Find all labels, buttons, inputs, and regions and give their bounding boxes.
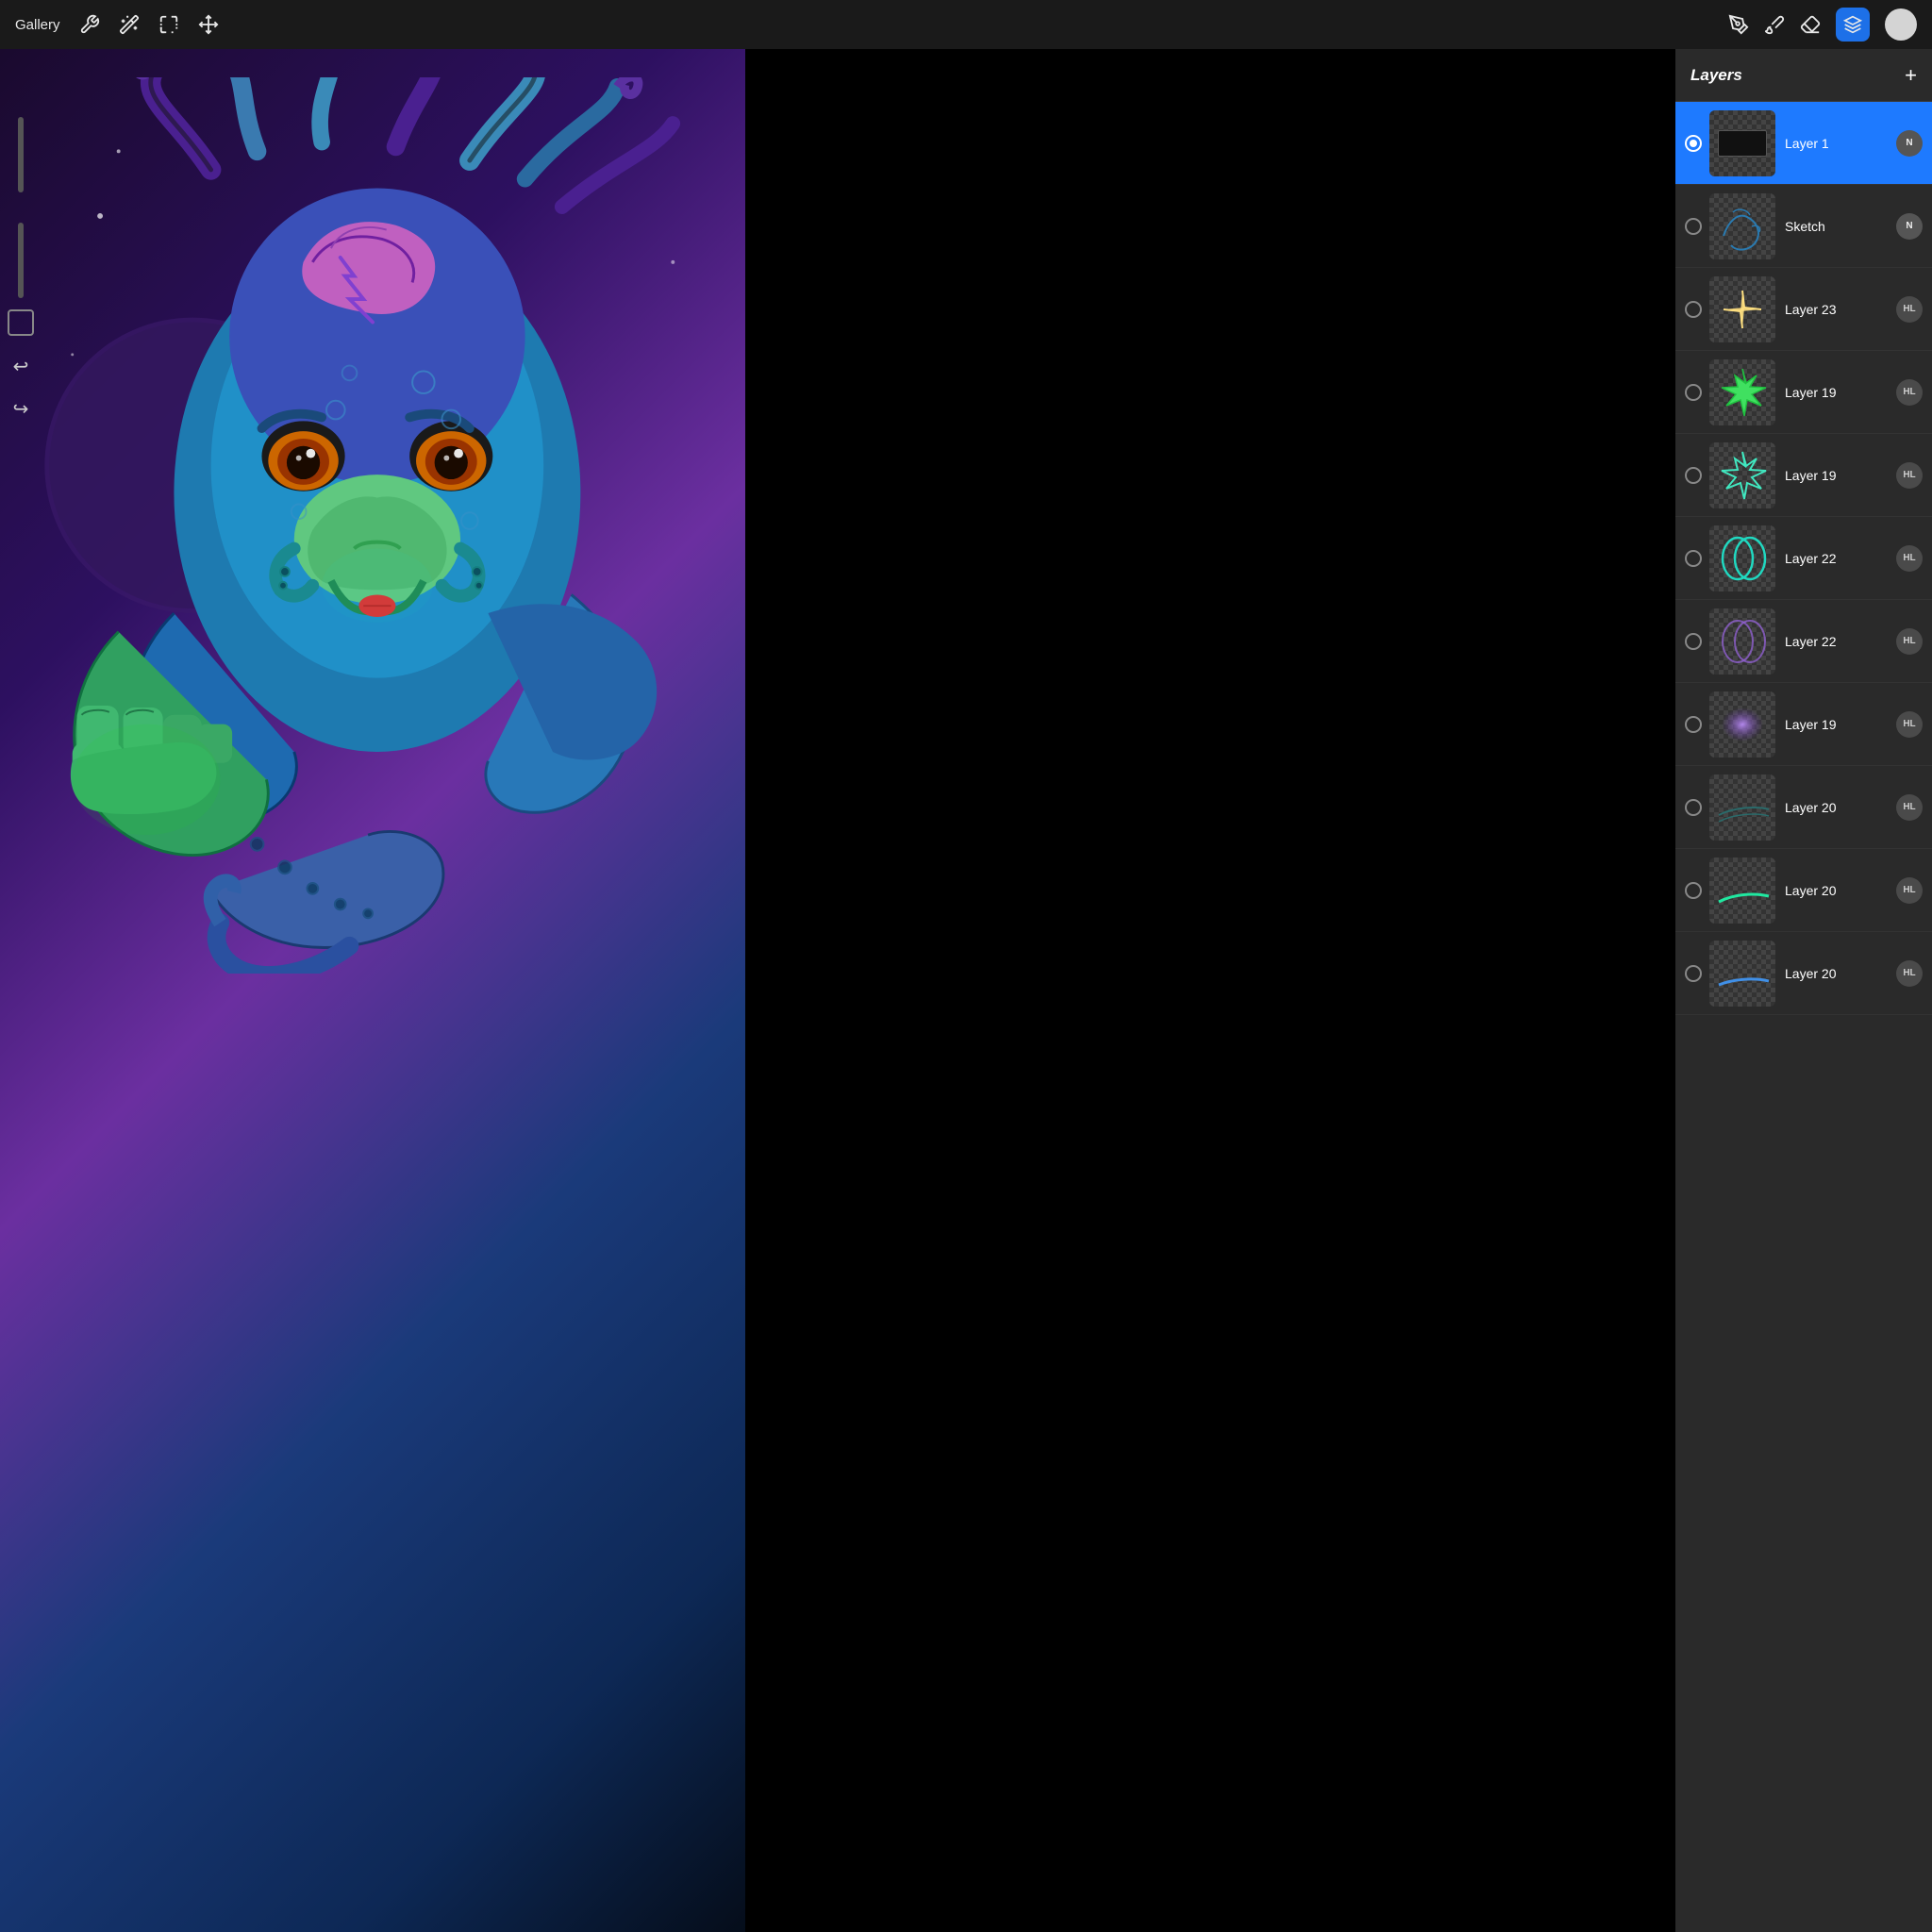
layer-visibility-toggle[interactable] (1685, 716, 1702, 733)
left-sidebar: ↩ ↪ (0, 98, 42, 1932)
layers-list: Layer 1 N Sketch N (1675, 102, 1932, 1932)
layer-visibility-toggle[interactable] (1685, 799, 1702, 816)
layer-row[interactable]: Layer 22 HL (1675, 600, 1932, 683)
toolbar: Gallery (0, 0, 1932, 49)
add-layer-button[interactable]: + (1905, 65, 1917, 86)
layer-visibility-toggle[interactable] (1685, 135, 1702, 152)
layer-visibility-toggle[interactable] (1685, 550, 1702, 567)
canvas-area[interactable]: ↩ ↪ (0, 49, 745, 1932)
layer-name: Layer 22 (1785, 551, 1892, 566)
layer-row[interactable]: Layer 20 HL (1675, 766, 1932, 849)
layer-thumbnail (1709, 858, 1775, 924)
layer-blend-mode[interactable]: HL (1896, 960, 1923, 987)
eraser-tool-button[interactable] (1800, 14, 1821, 35)
undo-button[interactable]: ↩ (13, 355, 29, 378)
layer-visibility-toggle[interactable] (1685, 384, 1702, 401)
layer-blend-mode[interactable]: HL (1896, 545, 1923, 572)
layer-name: Layer 23 (1785, 302, 1892, 317)
layer-thumbnail (1709, 691, 1775, 758)
layer-blend-mode[interactable]: HL (1896, 628, 1923, 655)
layer-blend-mode[interactable]: N (1896, 130, 1923, 157)
layer-name: Layer 22 (1785, 634, 1892, 649)
layer-visibility-toggle[interactable] (1685, 965, 1702, 982)
pen-tool-button[interactable] (1728, 14, 1749, 35)
layer-row[interactable]: Layer 1 N (1675, 102, 1932, 185)
layer-row[interactable]: Layer 20 HL (1675, 932, 1932, 1015)
layer-visibility-toggle[interactable] (1685, 218, 1702, 235)
layer-thumbnail (1709, 110, 1775, 176)
layer-blend-mode[interactable]: N (1896, 213, 1923, 240)
layer-row[interactable]: Sketch N (1675, 185, 1932, 268)
layer-blend-mode[interactable]: HL (1896, 877, 1923, 904)
layer-thumbnail (1709, 442, 1775, 508)
layer-name: Layer 20 (1785, 966, 1892, 981)
magic-button[interactable] (119, 14, 140, 35)
layer-thumbnail (1709, 359, 1775, 425)
layer-visibility-toggle[interactable] (1685, 882, 1702, 899)
layer-name: Layer 19 (1785, 385, 1892, 400)
transform-button[interactable] (198, 14, 219, 35)
layer-row[interactable]: Layer 20 HL (1675, 849, 1932, 932)
layer-visibility-toggle[interactable] (1685, 633, 1702, 650)
layer-visibility-toggle[interactable] (1685, 467, 1702, 484)
avatar[interactable] (1885, 8, 1917, 41)
layer-blend-mode[interactable]: HL (1896, 794, 1923, 821)
layer-blend-mode[interactable]: HL (1896, 379, 1923, 406)
layer-row[interactable]: Layer 19 HL (1675, 683, 1932, 766)
color-swatch[interactable] (8, 309, 34, 336)
layer-row[interactable]: Layer 22 HL (1675, 517, 1932, 600)
layer-name: Layer 19 (1785, 717, 1892, 732)
layer-thumbnail (1709, 941, 1775, 1007)
layer-thumbnail (1709, 608, 1775, 675)
layer-name: Layer 20 (1785, 800, 1892, 815)
layer-thumbnail (1709, 276, 1775, 342)
wrench-button[interactable] (79, 14, 100, 35)
layer-blend-mode[interactable]: HL (1896, 462, 1923, 489)
layer-name: Sketch (1785, 219, 1892, 234)
layer-thumbnail (1709, 193, 1775, 259)
layer-thumbnail (1709, 525, 1775, 591)
layer-thumbnail (1709, 774, 1775, 841)
brush-size-slider[interactable] (18, 117, 24, 192)
layer-blend-mode[interactable]: HL (1896, 711, 1923, 738)
layer-name: Layer 20 (1785, 883, 1892, 898)
toolbar-right (1728, 8, 1917, 42)
layer-row[interactable]: Layer 23 HL (1675, 268, 1932, 351)
layer-blend-mode[interactable]: HL (1896, 296, 1923, 323)
layer-name: Layer 19 (1785, 468, 1892, 483)
redo-button[interactable]: ↪ (13, 397, 29, 421)
layers-panel-button[interactable] (1836, 8, 1870, 42)
layers-title: Layers (1690, 66, 1742, 85)
brush-tool-button[interactable] (1764, 14, 1785, 35)
layer-row[interactable]: Layer 19 HL (1675, 351, 1932, 434)
gallery-button[interactable]: Gallery (15, 17, 60, 33)
layers-header: Layers + (1675, 49, 1932, 102)
canvas-image (0, 49, 745, 1932)
layer-row[interactable]: Layer 19 HL (1675, 434, 1932, 517)
opacity-slider[interactable] (18, 223, 24, 298)
layer-name: Layer 1 (1785, 136, 1892, 151)
layers-panel: Layers + Layer 1 N (1675, 49, 1932, 1932)
layer-visibility-toggle[interactable] (1685, 301, 1702, 318)
toolbar-left: Gallery (15, 14, 1709, 35)
selection-button[interactable] (158, 14, 179, 35)
